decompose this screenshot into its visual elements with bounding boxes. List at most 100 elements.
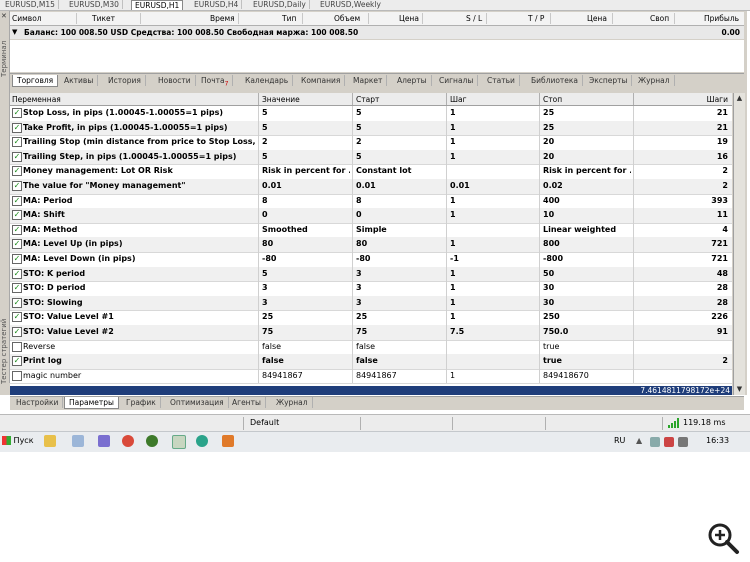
param-start[interactable]: 5: [356, 123, 444, 132]
param-step[interactable]: 1: [450, 371, 536, 380]
tab-parameters[interactable]: Параметры: [64, 397, 119, 409]
param-start[interactable]: 84941867: [356, 371, 444, 380]
param-steps[interactable]: 2: [638, 166, 728, 175]
param-start[interactable]: 5: [356, 152, 444, 161]
tab-news[interactable]: Новости: [154, 75, 196, 86]
language-indicator[interactable]: RU: [614, 436, 625, 445]
param-start[interactable]: false: [356, 356, 444, 365]
param-steps[interactable]: 4: [638, 225, 728, 234]
param-steps[interactable]: 721: [638, 239, 728, 248]
param-value[interactable]: false: [262, 342, 350, 351]
param-row[interactable]: magic number 84941867 84941867 1 849418670: [10, 369, 732, 385]
param-row[interactable]: ✓ STO: Slowing 3 3 1 30 28: [10, 295, 732, 312]
param-checkbox[interactable]: ✓: [12, 166, 22, 177]
param-row[interactable]: ✓ STO: Value Level #2 75 75 7.5 750.0 91: [10, 325, 732, 341]
param-steps[interactable]: 16: [638, 152, 728, 161]
param-value[interactable]: Smoothed: [262, 225, 350, 234]
chart-tab-m15[interactable]: EURUSD,M15: [2, 0, 59, 9]
param-row[interactable]: ✓ The value for "Money management" 0.01 0.0…: [10, 179, 732, 195]
param-start[interactable]: Simple: [356, 225, 444, 234]
col-volume[interactable]: Объем: [334, 14, 360, 23]
param-stop[interactable]: 849418670: [543, 371, 631, 380]
param-step[interactable]: 1: [450, 298, 536, 307]
param-row[interactable]: ✓ Take Profit, in pips (1.00045-1.00055=1…: [10, 120, 732, 137]
param-steps[interactable]: 21: [638, 123, 728, 132]
param-checkbox[interactable]: [12, 370, 22, 381]
param-row[interactable]: ✓ Trailing Stop (min distance from price …: [10, 135, 732, 151]
tab-library[interactable]: Библиотека: [527, 75, 584, 86]
param-value[interactable]: 80: [262, 239, 350, 248]
col-profit[interactable]: Прибыль: [704, 14, 739, 23]
param-value[interactable]: 5: [262, 123, 350, 132]
param-step[interactable]: 1: [450, 239, 536, 248]
param-value[interactable]: 3: [262, 298, 350, 307]
param-start[interactable]: 75: [356, 327, 444, 336]
param-row[interactable]: ✓ Trailing Step, in pips (1.00045-1.00055…: [10, 149, 732, 166]
chart-tab-daily[interactable]: EURUSD,Daily: [250, 0, 310, 9]
param-step[interactable]: 1: [450, 123, 536, 132]
param-stop[interactable]: 25: [543, 108, 631, 117]
param-steps[interactable]: 11: [638, 210, 728, 219]
param-value[interactable]: 25: [262, 312, 350, 321]
tab-articles[interactable]: Статьи: [483, 75, 520, 86]
param-checkbox[interactable]: ✓: [12, 122, 22, 133]
param-row[interactable]: ✓ STO: D period 3 3 1 30 28: [10, 281, 732, 297]
param-start[interactable]: 3: [356, 298, 444, 307]
col-stop[interactable]: Стоп: [543, 95, 562, 104]
param-value[interactable]: -80: [262, 254, 350, 263]
tab-graph[interactable]: График: [122, 397, 161, 408]
param-row[interactable]: ✓ MA: Level Down (in pips) -80 -80 -1 -800 721: [10, 252, 732, 268]
param-row[interactable]: ✓ MA: Period 8 8 1 400 393: [10, 194, 732, 210]
security-icon[interactable]: [664, 437, 674, 447]
zoom-icon[interactable]: [706, 521, 740, 555]
param-checkbox[interactable]: ✓: [12, 254, 22, 264]
tab-company[interactable]: Компания: [297, 75, 346, 86]
tab-tester-journal[interactable]: Журнал: [272, 397, 313, 408]
param-steps[interactable]: 226: [638, 312, 728, 321]
param-value[interactable]: 0: [262, 210, 350, 219]
param-start[interactable]: false: [356, 342, 444, 351]
param-stop[interactable]: true: [543, 342, 631, 351]
param-stop[interactable]: 800: [543, 239, 631, 248]
param-stop[interactable]: -800: [543, 254, 631, 263]
param-start[interactable]: 0: [356, 210, 444, 219]
param-stop[interactable]: 30: [543, 283, 631, 292]
chart-tab-h4[interactable]: EURUSD,H4: [191, 0, 243, 9]
param-checkbox[interactable]: [12, 341, 22, 352]
vertical-scrollbar[interactable]: ▲ ▼: [733, 93, 745, 395]
param-stop[interactable]: 20: [543, 152, 631, 161]
param-start[interactable]: 8: [356, 196, 444, 205]
col-step[interactable]: Шаг: [450, 95, 467, 104]
param-row[interactable]: Reverse false false true: [10, 340, 732, 356]
param-start[interactable]: 80: [356, 239, 444, 248]
param-stop[interactable]: 0.02: [543, 181, 631, 190]
param-start[interactable]: 5: [356, 108, 444, 117]
col-ticket[interactable]: Тикет: [92, 14, 115, 23]
col-time[interactable]: Время: [210, 14, 235, 23]
param-checkbox[interactable]: ✓: [12, 297, 22, 308]
tab-alerts[interactable]: Алерты: [393, 75, 432, 86]
param-stop[interactable]: 400: [543, 196, 631, 205]
param-checkbox[interactable]: ✓: [12, 137, 22, 148]
folder-icon[interactable]: [44, 435, 56, 447]
calculator-icon[interactable]: [222, 435, 234, 447]
tab-journal[interactable]: Журнал: [634, 75, 675, 86]
close-icon[interactable]: ✕: [1, 12, 7, 20]
col-symbol[interactable]: Символ: [12, 14, 42, 23]
terminal-app-icon[interactable]: [172, 435, 186, 449]
refresh-app-icon[interactable]: [196, 435, 208, 447]
param-row[interactable]: ✓ MA: Shift 0 0 1 10 11: [10, 208, 732, 224]
param-value[interactable]: false: [262, 356, 350, 365]
param-start[interactable]: 0.01: [356, 181, 444, 190]
param-checkbox[interactable]: ✓: [12, 108, 22, 118]
param-step[interactable]: 7.5: [450, 327, 536, 336]
param-row[interactable]: ✓ MA: Level Up (in pips) 80 80 1 800 721: [10, 237, 732, 253]
param-checkbox[interactable]: ✓: [12, 195, 22, 206]
document-icon[interactable]: [72, 435, 84, 447]
param-stop[interactable]: 10: [543, 210, 631, 219]
param-start[interactable]: -80: [356, 254, 444, 263]
param-row[interactable]: ✓ STO: Value Level #1 25 25 1 250 226: [10, 310, 732, 326]
param-step[interactable]: 1: [450, 108, 536, 117]
param-stop[interactable]: Risk in percent for ...: [543, 166, 631, 175]
param-checkbox[interactable]: ✓: [12, 239, 22, 250]
